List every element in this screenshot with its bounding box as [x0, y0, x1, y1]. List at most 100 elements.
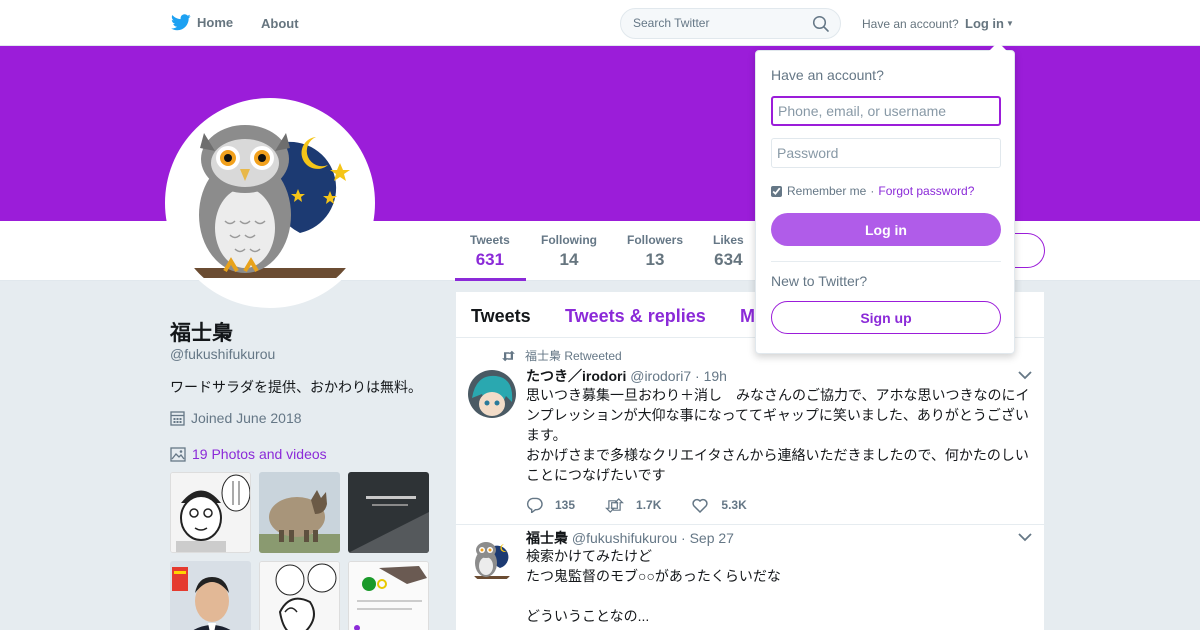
photo-thumbnail[interactable] [348, 472, 429, 553]
stat-value: 631 [475, 250, 505, 269]
photo-thumbnail[interactable] [259, 561, 340, 630]
stat-following[interactable]: Following 14 [541, 233, 597, 270]
twitter-bird-icon [171, 14, 191, 31]
login-dropdown: Have an account? Remember me · Forgot pa… [755, 42, 1015, 354]
politician-photo-image [170, 561, 251, 630]
tweet-header: 福士梟 @fukushifukurou · Sep 27 [526, 528, 734, 548]
tweet-text: 検索かけてみたけど たつ鬼監督のモブ○○があったくらいだな どういうことなの..… [526, 546, 1032, 626]
profile-name[interactable]: 福士梟 [170, 317, 233, 347]
active-tab-underline [455, 278, 526, 281]
tweet-meta[interactable]: @fukushifukurou · Sep 27 [572, 530, 734, 546]
separator-dot: · [870, 184, 875, 198]
profile-bio: ワードサラダを提供、おかわりは無料。 [170, 379, 422, 395]
login-button[interactable]: Log in [771, 213, 1001, 246]
nav-home-link[interactable]: Home [171, 14, 233, 31]
retweet-icon [502, 350, 515, 361]
password-field[interactable] [771, 138, 1001, 168]
retweet-icon [605, 497, 624, 513]
chevron-down-icon[interactable] [1018, 532, 1032, 542]
stat-label: Following [541, 233, 597, 247]
remember-me-label[interactable]: Remember me [787, 184, 866, 198]
tweet-line: ンプレッションが大仰な事になっててギャップに笑いました、ありがとうござい [526, 407, 1029, 423]
login-link-label: Log in [965, 16, 1004, 31]
search-icon[interactable] [812, 15, 830, 33]
book-cover-image [348, 472, 429, 553]
photos-videos-link[interactable]: 19 Photos and videos [170, 446, 327, 462]
top-nav: Home About Have an account? Log in▼ [0, 0, 1200, 46]
stat-tweets[interactable]: Tweets 631 [470, 233, 510, 270]
tweet-avatar[interactable] [468, 370, 516, 418]
tweet-line: ことにつなげたいです [526, 467, 666, 483]
joined-label: Joined June 2018 [191, 410, 302, 426]
photo-thumbnail[interactable] [348, 561, 429, 630]
manga-face-image [171, 473, 250, 552]
photos-label: 19 Photos and videos [192, 446, 327, 462]
retweet-context-label: 福士梟 Retweeted [525, 349, 622, 363]
retweet-context: 福士梟 Retweeted [501, 347, 622, 364]
app-screenshot-image [349, 562, 428, 630]
tab-tweets[interactable]: Tweets [471, 306, 531, 327]
login-dropdown-toggle[interactable]: Log in ▼ [965, 16, 1014, 31]
heart-icon [692, 498, 709, 513]
dropdown-title: Have an account? [771, 67, 884, 83]
stat-value: 14 [559, 250, 579, 269]
photo-thumbnail[interactable] [170, 472, 251, 553]
new-to-twitter-text: New to Twitter? [771, 273, 868, 289]
tweet-header: たつき／irodori @irodori7 · 19h [526, 366, 727, 386]
tweet-text: 思いつき募集一旦おわり＋消し みなさんのご協力で、アホな思いつきなのにイ ンプレ… [526, 385, 1032, 485]
calendar-icon [170, 411, 185, 426]
reply-button[interactable]: 135 [526, 497, 575, 513]
photo-thumbnail[interactable] [259, 472, 340, 553]
stat-label: Tweets [470, 233, 510, 247]
tab-media[interactable]: M [740, 306, 755, 327]
tweet-line: 思いつき募集一旦おわり＋消し みなさんのご協力で、アホな思いつきなのにイ [526, 387, 1030, 403]
like-button[interactable]: 5.3K [691, 497, 747, 513]
tweet-line: たつ鬼監督のモブ○○があったくらいだな [526, 568, 781, 584]
tweet-fullname[interactable]: 福士梟 [526, 530, 568, 546]
stat-followers[interactable]: Followers 13 [627, 233, 683, 270]
tweet-line: どういうことなの... [526, 608, 650, 624]
stat-label: Likes [713, 233, 744, 247]
reply-icon [526, 497, 543, 513]
chevron-down-icon[interactable] [1018, 370, 1032, 380]
owl-avatar-image [472, 542, 512, 579]
tweet-line: 検索かけてみたけど [526, 548, 652, 564]
forgot-password-link[interactable]: Forgot password? [878, 184, 974, 198]
profile-handle[interactable]: @fukushifukurou [170, 346, 275, 362]
remember-row: Remember me · Forgot password? [771, 184, 974, 198]
tab-tweets-replies[interactable]: Tweets & replies [565, 306, 706, 327]
tweet-line: おかげさまで多様なクリエイタさんから連絡いただきましたので、何かたのしい [526, 447, 1029, 463]
search-box[interactable] [620, 8, 841, 39]
tweet-actions: 135 1.7K 5.3K [526, 497, 777, 513]
tweet-avatar[interactable] [468, 536, 516, 584]
wolf-sheep-image [259, 472, 340, 553]
manga-panel-image [260, 562, 339, 630]
signup-button[interactable]: Sign up [771, 301, 1001, 334]
profile-avatar[interactable] [165, 98, 375, 308]
retweet-button[interactable]: 1.7K [605, 497, 662, 513]
nav-home-label: Home [197, 15, 234, 30]
search-input[interactable] [633, 16, 803, 30]
tweet-line: ます。 [526, 427, 567, 443]
like-count: 5.3K [721, 498, 747, 512]
tweet[interactable]: 福士梟 Retweeted たつき／irodori @irodori7 · 19… [456, 339, 1044, 525]
stat-likes[interactable]: Likes 634 [713, 233, 744, 270]
username-field[interactable] [771, 96, 1001, 126]
tweet-fullname[interactable]: たつき／irodori [526, 368, 626, 384]
stat-value: 634 [714, 250, 743, 269]
profile-joined: Joined June 2018 [170, 410, 302, 426]
remember-me-checkbox[interactable] [771, 185, 782, 197]
caret-down-icon: ▼ [1006, 19, 1014, 28]
photo-thumbnail[interactable] [170, 561, 251, 630]
tweet-meta[interactable]: @irodori7 · 19h [630, 368, 727, 384]
image-icon [170, 446, 186, 462]
retweet-count: 1.7K [636, 498, 662, 512]
tweet-line [526, 586, 1032, 606]
nav-about-link[interactable]: About [261, 16, 299, 31]
stat-label: Followers [627, 233, 684, 247]
have-account-text: Have an account? [862, 17, 959, 31]
tweet[interactable]: 福士梟 @fukushifukurou · Sep 27 検索かけてみたけど た… [456, 526, 1044, 630]
anime-avatar-image [468, 370, 516, 418]
dropdown-arrow [989, 42, 1007, 51]
stat-value: 13 [645, 250, 665, 269]
